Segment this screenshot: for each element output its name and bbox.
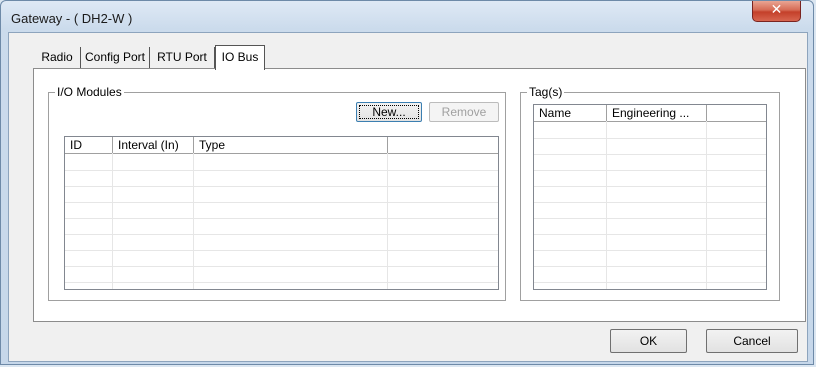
tags-table[interactable]: Name Engineering ... [533, 104, 767, 290]
tab-io-bus[interactable]: IO Bus [215, 45, 265, 70]
tags-group: Tag(s) Name Engineering ... [520, 85, 780, 301]
column-header-name[interactable]: Name [534, 105, 607, 121]
table-row[interactable] [65, 154, 498, 171]
io-modules-group: I/O Modules New... Remove ID Interval (I… [48, 85, 506, 301]
tab-rtu-port[interactable]: RTU Port [150, 47, 215, 68]
column-header-id[interactable]: ID [65, 137, 113, 153]
table-row[interactable] [534, 186, 766, 203]
table-row[interactable] [534, 138, 766, 155]
column-header-blank [707, 105, 766, 121]
tab-radio[interactable]: Radio [34, 47, 81, 68]
cancel-button[interactable]: Cancel [706, 329, 798, 353]
table-row[interactable] [534, 122, 766, 139]
table-row[interactable] [65, 234, 498, 251]
tags-label: Tag(s) [527, 85, 565, 99]
remove-button[interactable]: Remove [429, 102, 499, 122]
close-icon: ✕ [770, 2, 783, 18]
table-row[interactable] [534, 154, 766, 171]
table-row[interactable] [65, 218, 498, 235]
column-header-engineering[interactable]: Engineering ... [607, 105, 707, 121]
new-button[interactable]: New... [356, 102, 422, 122]
ok-button[interactable]: OK [610, 329, 687, 353]
io-modules-table-header: ID Interval (In) Type [65, 137, 498, 154]
tab-panel-io-bus: I/O Modules New... Remove ID Interval (I… [33, 68, 806, 322]
column-header-type[interactable]: Type [194, 137, 388, 153]
io-modules-label: I/O Modules [55, 85, 124, 99]
close-button[interactable]: ✕ [752, 1, 801, 22]
table-row[interactable] [65, 202, 498, 219]
table-row[interactable] [534, 170, 766, 187]
window-title: Gateway - ( DH2-W ) [11, 11, 133, 26]
table-row[interactable] [534, 218, 766, 235]
tab-config-port[interactable]: Config Port [81, 47, 150, 68]
table-row[interactable] [65, 170, 498, 187]
table-row[interactable] [65, 266, 498, 283]
table-row[interactable] [65, 250, 498, 267]
io-modules-table[interactable]: ID Interval (In) Type [64, 136, 499, 290]
table-row[interactable] [534, 266, 766, 283]
column-header-interval[interactable]: Interval (In) [113, 137, 194, 153]
tags-table-header: Name Engineering ... [534, 105, 766, 122]
table-row[interactable] [534, 202, 766, 219]
column-header-blank [388, 137, 498, 153]
table-row[interactable] [534, 250, 766, 267]
table-row[interactable] [65, 186, 498, 203]
table-row[interactable] [534, 234, 766, 251]
